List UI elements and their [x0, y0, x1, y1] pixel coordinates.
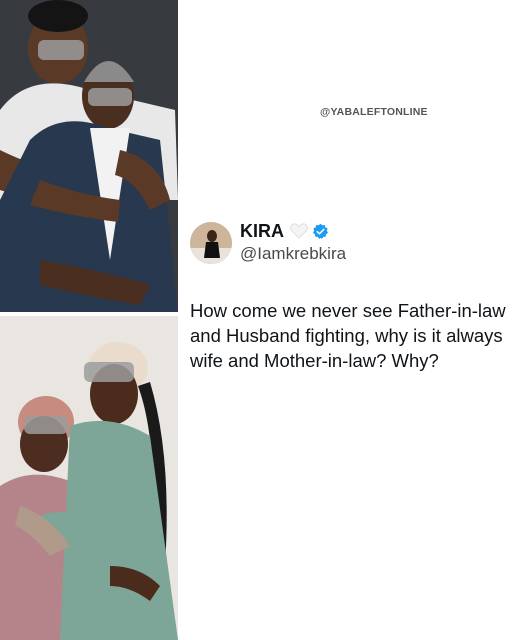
tweet-names: KIRA @Iamkrebkira: [240, 220, 346, 264]
tweet-text: How come we never see Father-in-law and …: [190, 300, 506, 371]
display-name[interactable]: KIRA: [240, 221, 284, 242]
tweet-header: KIRA @Iamkrebkira: [190, 220, 506, 268]
avatar[interactable]: [190, 222, 232, 264]
photo-collage: [0, 0, 178, 640]
name-row: KIRA: [240, 220, 346, 242]
tweet-card: KIRA @Iamkrebkira How come we never see …: [190, 220, 506, 371]
watermark: @YABALEFTONLINE: [320, 106, 428, 118]
white-heart-icon: [290, 223, 308, 239]
verified-badge-icon: [312, 223, 329, 240]
user-handle[interactable]: @Iamkrebkira: [240, 244, 346, 264]
mother-and-daughter-in-law-photo: [0, 316, 178, 640]
father-and-son-in-law-photo: [0, 0, 178, 312]
